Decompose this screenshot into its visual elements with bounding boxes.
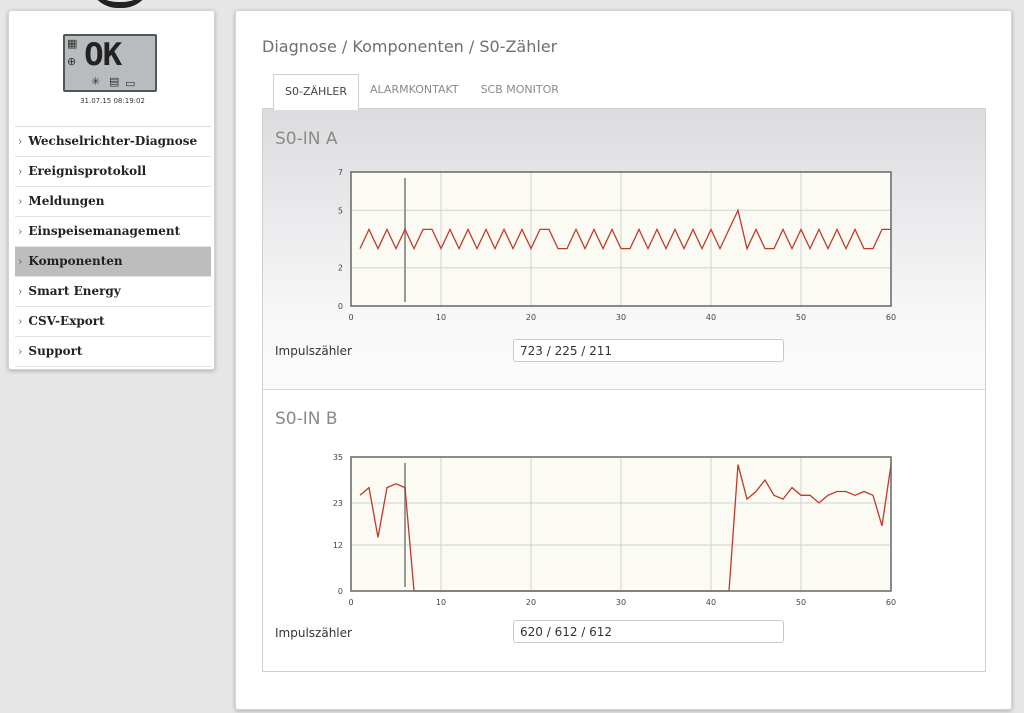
sidebar-item-label: Einspeisemanagement xyxy=(28,224,181,238)
x-tick-label: 10 xyxy=(436,313,446,322)
chevron-right-icon: › xyxy=(18,165,23,178)
y-tick-label: 7 xyxy=(338,168,343,177)
counter-label: Impulszähler xyxy=(275,344,352,358)
x-tick-label: 60 xyxy=(886,313,896,322)
chart-icon: ▦ xyxy=(67,37,78,50)
section-title: S0-IN A xyxy=(275,129,338,149)
y-tick-label: 2 xyxy=(338,264,343,273)
battery-icon: ▭ xyxy=(125,77,136,90)
y-tick-label: 12 xyxy=(333,541,343,550)
counter-value-field[interactable] xyxy=(513,620,784,643)
chevron-right-icon: › xyxy=(18,255,23,268)
chart-s0-in-b: 0 10 20 30 40 50 60 0 12 23 35 xyxy=(333,453,896,607)
x-tick-label: 30 xyxy=(616,313,626,322)
meter-icon: ▤ xyxy=(109,75,120,88)
sun-icon: ✳ xyxy=(91,75,101,88)
device-datetime: 31.07.15 08:19:02 xyxy=(80,97,145,105)
sidebar-item-meldungen[interactable]: › Meldungen xyxy=(15,187,211,217)
chart-s0-in-a: 0 10 20 30 40 50 60 0 2 5 7 xyxy=(338,168,896,322)
section-s0-in-b: S0-IN B 0 10 20 30 40 50 60 0 12 23 35 Impulszähle… xyxy=(263,391,985,671)
y-tick-label: 0 xyxy=(338,587,343,596)
tab-panel: S0-IN A 0 10 20 30 40 50 60 0 2 5 7 Impulszähler S… xyxy=(262,108,986,672)
x-tick-label: 30 xyxy=(616,598,626,607)
tab-scb-monitor[interactable]: SCB MONITOR xyxy=(470,73,570,109)
sidebar-item-label: CSV-Export xyxy=(28,314,105,328)
x-tick-label: 10 xyxy=(436,598,446,607)
section-s0-in-a: S0-IN A 0 10 20 30 40 50 60 0 2 5 7 Impulszähler xyxy=(263,109,985,390)
sidebar-item-label: Meldungen xyxy=(28,194,105,208)
y-tick-label: 35 xyxy=(333,453,343,462)
x-tick-label: 20 xyxy=(526,598,536,607)
section-title: S0-IN B xyxy=(275,409,338,429)
sidebar-menu: › Wechselrichter-Diagnose › Ereignisprotok… xyxy=(15,126,211,367)
sidebar-item-label: Support xyxy=(28,344,83,358)
globe-icon: ⊕ xyxy=(67,55,77,68)
sidebar-item-support[interactable]: › Support xyxy=(15,337,211,367)
tab-bar: S0-ZÄHLER ALARMKONTAKT SCB MONITOR xyxy=(273,73,570,110)
y-tick-label: 23 xyxy=(333,499,343,508)
x-tick-label: 50 xyxy=(796,313,806,322)
sidebar-item-label: Ereignisprotokoll xyxy=(28,164,147,178)
logo-curve xyxy=(88,0,152,8)
tab-alarmkontakt[interactable]: ALARMKONTAKT xyxy=(359,73,470,109)
sidebar-item-einspeisemanagement[interactable]: › Einspeisemanagement xyxy=(15,217,211,247)
sidebar-item-label: Smart Energy xyxy=(28,284,121,298)
sidebar: ▦ ⊕ OK ✳ ▤ ▭ 31.07.15 08:19:02 › Wechselr… xyxy=(8,10,215,370)
chevron-right-icon: › xyxy=(18,315,23,328)
x-tick-label: 60 xyxy=(886,598,896,607)
x-tick-label: 20 xyxy=(526,313,536,322)
x-tick-label: 0 xyxy=(348,313,353,322)
sidebar-item-wechselrichter-diagnose[interactable]: › Wechselrichter-Diagnose xyxy=(15,127,211,157)
sidebar-item-smart-energy[interactable]: › Smart Energy xyxy=(15,277,211,307)
sidebar-item-label: Komponenten xyxy=(28,254,123,268)
sidebar-item-csv-export[interactable]: › CSV-Export xyxy=(15,307,211,337)
chevron-right-icon: › xyxy=(18,345,23,358)
x-tick-label: 0 xyxy=(348,598,353,607)
breadcrumb: Diagnose / Komponenten / S0-Zähler xyxy=(262,37,558,56)
main-content: Diagnose / Komponenten / S0-Zähler S0-ZÄ… xyxy=(235,10,1012,710)
chevron-right-icon: › xyxy=(18,225,23,238)
y-tick-label: 0 xyxy=(338,302,343,311)
tab-s0-zaehler[interactable]: S0-ZÄHLER xyxy=(273,74,360,110)
x-tick-label: 50 xyxy=(796,598,806,607)
status-text: OK xyxy=(84,37,122,73)
sidebar-item-ereignisprotokoll[interactable]: › Ereignisprotokoll xyxy=(15,157,211,187)
sidebar-item-komponenten[interactable]: › Komponenten xyxy=(15,247,211,277)
device-status-display: ▦ ⊕ OK ✳ ▤ ▭ xyxy=(63,34,157,92)
chevron-right-icon: › xyxy=(18,285,23,298)
sidebar-item-label: Wechselrichter-Diagnose xyxy=(28,134,198,148)
y-tick-label: 5 xyxy=(338,206,343,215)
counter-label: Impulszähler xyxy=(275,626,352,640)
chevron-right-icon: › xyxy=(18,195,23,208)
chevron-right-icon: › xyxy=(18,135,23,148)
counter-value-field[interactable] xyxy=(513,339,784,362)
x-tick-label: 40 xyxy=(706,313,716,322)
x-tick-label: 40 xyxy=(706,598,716,607)
